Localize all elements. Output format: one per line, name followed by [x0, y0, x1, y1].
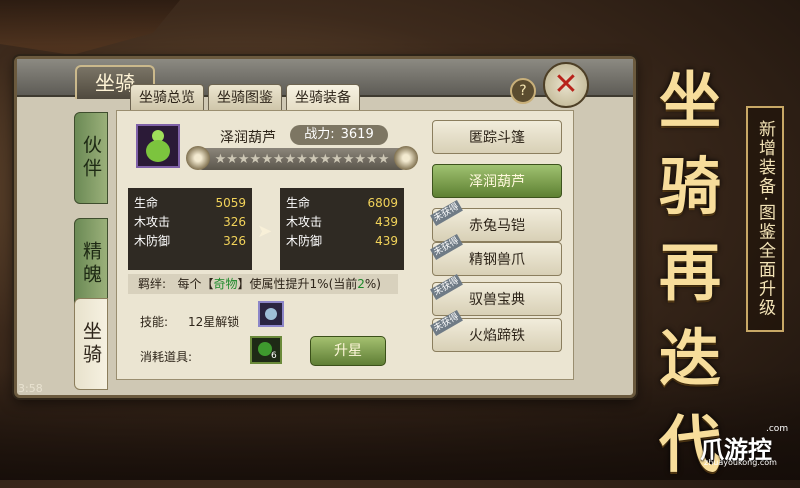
- gourd-item-icon[interactable]: [136, 124, 180, 168]
- site-logo: 爪游控 .com zhuayoukong.com: [700, 424, 790, 467]
- stat-row: 木攻击 326: [134, 215, 246, 229]
- item-name: 泽润葫芦: [220, 130, 276, 146]
- promo-subtitle: 新增装备·图鉴全面升级: [746, 106, 784, 332]
- power-value: 3619: [340, 127, 374, 142]
- logo-suffix: .com: [766, 424, 789, 434]
- side-tab-mount[interactable]: 坐骑: [74, 298, 108, 390]
- close-button[interactable]: ✕: [543, 62, 589, 108]
- star-rating-bar: ★★★★★★★★★★★★★★★: [186, 146, 418, 170]
- logo-url: zhuayoukong.com: [704, 458, 777, 467]
- status-time: 3:58: [18, 382, 43, 395]
- star-bar-left-knob-icon: [186, 146, 210, 170]
- list-item[interactable]: 未获得 驭兽宝典: [430, 274, 562, 316]
- bond-row: 羁绊: 每个【奇物】使属性提升1%(当前2%): [128, 274, 398, 294]
- list-item[interactable]: 泽润葫芦: [432, 164, 562, 198]
- star-bar-right-knob-icon: [394, 146, 418, 170]
- side-tab-essence[interactable]: 精魄: [74, 218, 108, 310]
- list-item[interactable]: 未获得 精钢兽爪: [430, 234, 562, 276]
- consume-label: 消耗道具:: [140, 350, 193, 364]
- stat-row: 生命 5059: [134, 196, 246, 210]
- background-roof: [0, 0, 180, 55]
- tab-mount-equipment[interactable]: 坐骑装备: [286, 84, 360, 110]
- consume-item-icon[interactable]: [250, 336, 282, 364]
- tab-mount-overview[interactable]: 坐骑总览: [130, 84, 204, 110]
- skill-unlock-text: 12星解锁: [188, 315, 240, 329]
- power-badge: 战力: 3619: [290, 125, 388, 145]
- stat-row: 木防御 439: [286, 234, 398, 248]
- skill-icon[interactable]: [258, 301, 284, 327]
- current-stats-box: 生命 5059 木攻击 326 木防御 326: [128, 188, 252, 270]
- help-button[interactable]: ?: [510, 78, 536, 104]
- gourd-icon: [146, 130, 170, 162]
- skill-label: 技能:: [140, 315, 169, 329]
- tab-mount-codex[interactable]: 坐骑图鉴: [208, 84, 282, 110]
- consume-count: 6: [271, 351, 277, 361]
- side-tab-partner[interactable]: 伙伴: [74, 112, 108, 204]
- close-icon: ✕: [553, 67, 579, 102]
- next-stats-box: 生命 6809 木攻击 439 木防御 439: [280, 188, 404, 270]
- list-item[interactable]: 匿踪斗篷: [432, 120, 562, 154]
- star-row-icon: ★★★★★★★★★★★★★★★: [214, 151, 390, 167]
- stat-row: 木防御 326: [134, 234, 246, 248]
- stat-row: 生命 6809: [286, 196, 398, 210]
- arrow-right-icon: ➤: [257, 221, 273, 242]
- list-item[interactable]: 未获得 火焰蹄铁: [430, 310, 562, 352]
- upgrade-star-button[interactable]: 升星: [310, 336, 386, 366]
- power-label: 战力:: [304, 127, 335, 142]
- stat-row: 木攻击 439: [286, 215, 398, 229]
